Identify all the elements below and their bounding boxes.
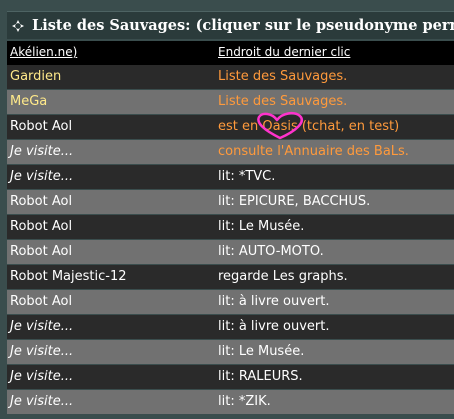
user-list: Gardien Liste des Sauvages. MeGa Liste d… [7, 65, 454, 415]
table-row: Robot Aol lit: Le Musée. [7, 215, 454, 239]
column-header-name-link[interactable]: Akélien.ne) [10, 45, 77, 59]
user-name: Robot Majestic-12 [10, 269, 127, 284]
user-name: Je visite... [10, 394, 74, 409]
user-place: lit: EPICURE, BACCHUS. [218, 194, 371, 209]
user-name: Robot Aol [10, 219, 73, 234]
column-header-place-link[interactable]: Endroit du dernier clic [218, 45, 350, 59]
user-name: Je visite... [10, 319, 74, 334]
user-place: lit: Le Musée. [218, 344, 305, 359]
user-place: regarde Les graphs. [218, 269, 348, 284]
table-row: Robot Aol lit: à livre ouvert. [7, 290, 454, 314]
user-place: lit: AUTO-MOTO. [218, 244, 324, 259]
table-row: Je visite... lit: à livre ouvert. [7, 315, 454, 339]
table-row: Je visite... lit: Le Musée. [7, 340, 454, 364]
user-place[interactable]: est en Oasis (tchat, en test) [218, 119, 399, 134]
user-name: Robot Aol [10, 294, 73, 309]
user-name: Je visite... [10, 344, 74, 359]
user-name: Je visite... [10, 369, 74, 384]
user-name: Robot Aol [10, 194, 73, 209]
table-row: Je visite... consulte l'Annuaire des BaL… [7, 140, 454, 164]
list-title: Liste des Sauvages: (cliquer sur le pseu… [32, 17, 454, 34]
table-row: Robot Majestic-12 regarde Les graphs. [7, 265, 454, 289]
table-row: Robot Aol est en Oasis (tchat, en test) [7, 115, 454, 139]
user-name[interactable]: MeGa [10, 94, 47, 109]
table-row: Je visite... lit: *ZIK. [7, 390, 454, 414]
user-name: Je visite... [10, 144, 74, 159]
user-name: Robot Aol [10, 119, 73, 134]
table-row: Je visite... lit: *TVC. [7, 165, 454, 189]
user-place[interactable]: consulte l'Annuaire des BaLs. [218, 144, 409, 159]
user-name[interactable]: Gardien [10, 69, 61, 84]
table-row: MeGa Liste des Sauvages. [7, 90, 454, 114]
user-place[interactable]: Liste des Sauvages. [218, 69, 347, 84]
user-place[interactable]: Liste des Sauvages. [218, 94, 347, 109]
diamond-arrows-icon [12, 19, 24, 32]
table-row: Robot Aol lit: AUTO-MOTO. [7, 240, 454, 264]
column-headers: Akélien.ne) Endroit du dernier clic [7, 41, 454, 66]
table-row: Gardien Liste des Sauvages. [7, 65, 454, 89]
user-place: lit: *ZIK. [218, 394, 271, 409]
user-place: lit: à livre ouvert. [218, 319, 330, 334]
user-place: lit: *TVC. [218, 169, 276, 184]
user-place: lit: Le Musée. [218, 219, 305, 234]
user-name: Je visite... [10, 169, 74, 184]
table-row: Robot Aol lit: EPICURE, BACCHUS. [7, 190, 454, 214]
user-place: lit: à livre ouvert. [218, 294, 330, 309]
table-row: Je visite... lit: RALEURS. [7, 365, 454, 389]
user-place: lit: RALEURS. [218, 369, 303, 384]
user-name: Robot Aol [10, 244, 73, 259]
list-header: Liste des Sauvages: (cliquer sur le pseu… [7, 11, 454, 39]
